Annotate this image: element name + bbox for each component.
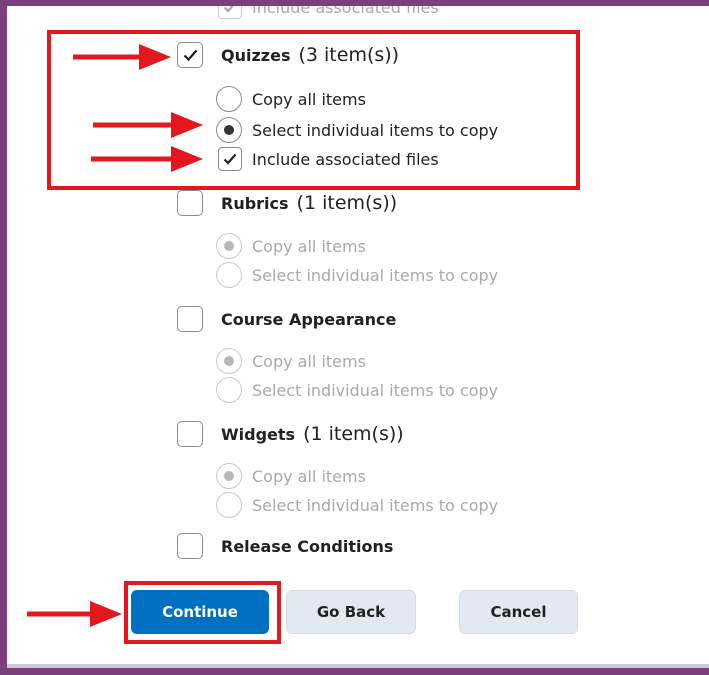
arrow-right-icon bbox=[91, 146, 203, 172]
cancel-button[interactable]: Cancel bbox=[459, 590, 578, 634]
course-appearance-copy-all-option[interactable]: Copy all items bbox=[216, 348, 366, 374]
widgets-count: (1 item(s)) bbox=[303, 423, 404, 445]
rubrics-count: (1 item(s)) bbox=[296, 192, 398, 214]
rubrics-select-individual-label: Select individual items to copy bbox=[252, 265, 499, 285]
go-back-button[interactable]: Go Back bbox=[286, 590, 416, 634]
widgets-copy-all-option[interactable]: Copy all items bbox=[216, 463, 366, 489]
rubrics-copy-all-radio[interactable] bbox=[216, 233, 242, 259]
rubrics-copy-all-label: Copy all items bbox=[252, 236, 366, 256]
arrow-right-icon bbox=[93, 112, 203, 138]
rubrics-title: Rubrics bbox=[221, 193, 289, 213]
rubrics-select-individual-option[interactable]: Select individual items to copy bbox=[216, 262, 498, 288]
prev-include-files-option[interactable]: Include associated files bbox=[218, 6, 439, 19]
arrow-right-icon bbox=[27, 601, 122, 627]
bottom-edge bbox=[7, 664, 709, 668]
radio-selected-dot bbox=[224, 471, 234, 481]
course-appearance-checkbox[interactable] bbox=[177, 306, 203, 332]
widgets-copy-all-label: Copy all items bbox=[252, 466, 366, 486]
rubrics-copy-all-option[interactable]: Copy all items bbox=[216, 233, 366, 259]
widgets-select-individual-option[interactable]: Select individual items to copy bbox=[216, 492, 498, 518]
course-appearance-title: Course Appearance bbox=[221, 309, 397, 329]
rubrics-select-individual-radio[interactable] bbox=[216, 262, 242, 288]
arrow-right-icon bbox=[73, 44, 171, 70]
radio-selected-dot bbox=[224, 356, 234, 366]
course-appearance-select-individual-option[interactable]: Select individual items to copy bbox=[216, 377, 498, 403]
course-appearance-section-header[interactable]: Course Appearance bbox=[177, 306, 396, 332]
prev-include-files-checkbox[interactable] bbox=[218, 6, 242, 19]
widgets-select-individual-label: Select individual items to copy bbox=[252, 495, 499, 515]
radio-selected-dot bbox=[224, 241, 234, 251]
rubrics-checkbox[interactable] bbox=[177, 190, 203, 216]
widgets-title: Widgets bbox=[221, 424, 296, 444]
widgets-checkbox[interactable] bbox=[177, 421, 203, 447]
widgets-section-header[interactable]: Widgets (1 item(s)) bbox=[177, 421, 404, 447]
continue-highlight-box bbox=[124, 581, 281, 644]
prev-include-files-label: Include associated files bbox=[252, 6, 439, 17]
checkmark-icon bbox=[223, 6, 234, 13]
course-appearance-copy-all-label: Copy all items bbox=[252, 351, 366, 371]
course-appearance-select-individual-radio[interactable] bbox=[216, 377, 242, 403]
release-conditions-section-header[interactable]: Release Conditions bbox=[177, 533, 393, 559]
release-conditions-checkbox[interactable] bbox=[177, 533, 203, 559]
copy-components-panel: Include associated files Quizzes (3 item… bbox=[7, 6, 709, 668]
widgets-copy-all-radio[interactable] bbox=[216, 463, 242, 489]
rubrics-section-header[interactable]: Rubrics (1 item(s)) bbox=[177, 190, 397, 216]
course-appearance-copy-all-radio[interactable] bbox=[216, 348, 242, 374]
release-conditions-title: Release Conditions bbox=[221, 536, 394, 556]
widgets-select-individual-radio[interactable] bbox=[216, 492, 242, 518]
course-appearance-select-individual-label: Select individual items to copy bbox=[252, 380, 499, 400]
